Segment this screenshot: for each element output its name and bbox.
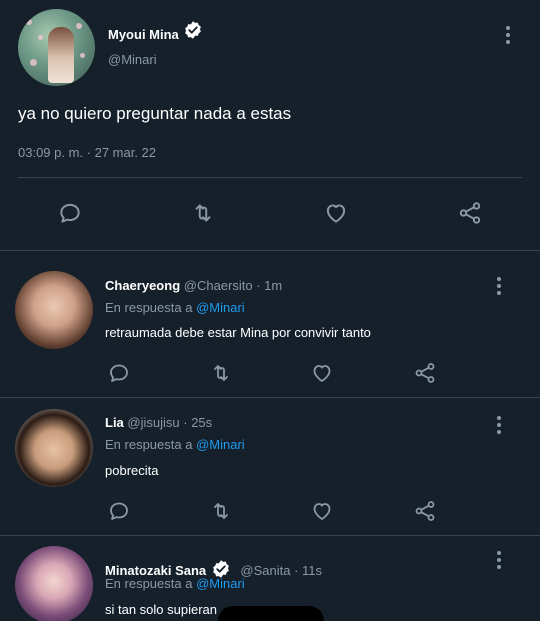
- share-icon[interactable]: [410, 358, 440, 388]
- reply-header: Chaeryeong @Chaersito · 1m: [105, 278, 282, 293]
- reply-author-name[interactable]: Lia: [105, 415, 124, 430]
- more-options-icon[interactable]: [497, 277, 501, 298]
- author-name[interactable]: Myoui Mina: [108, 27, 179, 42]
- reply-icon[interactable]: [104, 496, 134, 526]
- mention-link[interactable]: @Minari: [196, 437, 245, 452]
- avatar[interactable]: [15, 546, 93, 621]
- avatar-decoration: [80, 53, 85, 58]
- reply-time[interactable]: · 25s: [183, 415, 212, 430]
- more-options-icon[interactable]: [506, 26, 510, 47]
- reply-icon[interactable]: [104, 358, 134, 388]
- author-handle[interactable]: @Minari: [108, 52, 157, 67]
- more-options-icon[interactable]: [497, 416, 501, 437]
- in-reply-to: En respuesta a @Minari: [105, 300, 245, 315]
- mention-link[interactable]: @Minari: [196, 300, 245, 315]
- avatar-decoration: [76, 23, 82, 29]
- reply-tweet: Lia @jisujisu · 25s En respuesta a @Mina…: [0, 398, 540, 535]
- retweet-icon[interactable]: [188, 198, 218, 228]
- in-reply-label: En respuesta a: [105, 437, 193, 452]
- tweet-timestamp[interactable]: 03:09 p. m. · 27 mar. 22: [18, 145, 156, 160]
- avatar-decoration: [30, 59, 37, 66]
- in-reply-label: En respuesta a: [105, 576, 193, 591]
- reply-header: Lia @jisujisu · 25s: [105, 415, 212, 430]
- reply-author-handle[interactable]: @Sanita: [240, 563, 290, 578]
- avatar-decoration: [26, 19, 32, 25]
- reply-time[interactable]: · 1m: [256, 278, 282, 293]
- like-icon[interactable]: [321, 198, 351, 228]
- like-icon[interactable]: [307, 358, 337, 388]
- reply-icon[interactable]: [55, 198, 85, 228]
- in-reply-to: En respuesta a @Minari: [105, 437, 245, 452]
- reply-text: retraumada debe estar Mina por convivir …: [105, 325, 371, 340]
- like-icon[interactable]: [307, 496, 337, 526]
- main-tweet: Myoui Mina @Minari ya no quiero pregunta…: [0, 0, 540, 250]
- retweet-icon[interactable]: [206, 496, 236, 526]
- retweet-icon[interactable]: [206, 358, 236, 388]
- reply-text: pobrecita: [105, 463, 159, 478]
- avatar[interactable]: [15, 271, 93, 349]
- reply-text: si tan solo supieran: [105, 602, 218, 617]
- reply-time[interactable]: · 11s: [294, 563, 322, 578]
- in-reply-to: En respuesta a @Minari: [105, 576, 245, 591]
- tweet-text: ya no quiero preguntar nada a estas: [18, 104, 292, 123]
- avatar-decoration: [38, 35, 43, 40]
- reply-author-handle[interactable]: @jisujisu: [127, 415, 179, 430]
- share-icon[interactable]: [410, 496, 440, 526]
- reply-author-handle[interactable]: @Chaersito: [184, 278, 253, 293]
- share-icon[interactable]: [455, 198, 485, 228]
- avatar[interactable]: [18, 9, 95, 86]
- more-options-icon[interactable]: [497, 551, 501, 572]
- divider: [18, 177, 522, 178]
- home-indicator: [218, 606, 324, 621]
- verified-badge-icon: [185, 21, 201, 39]
- reply-author-name[interactable]: Chaeryeong: [105, 278, 180, 293]
- in-reply-label: En respuesta a: [105, 300, 193, 315]
- reply-tweet: Chaeryeong @Chaersito · 1m En respuesta …: [0, 251, 540, 396]
- avatar[interactable]: [15, 409, 93, 487]
- mention-link[interactable]: @Minari: [196, 576, 245, 591]
- avatar-figure: [48, 27, 74, 83]
